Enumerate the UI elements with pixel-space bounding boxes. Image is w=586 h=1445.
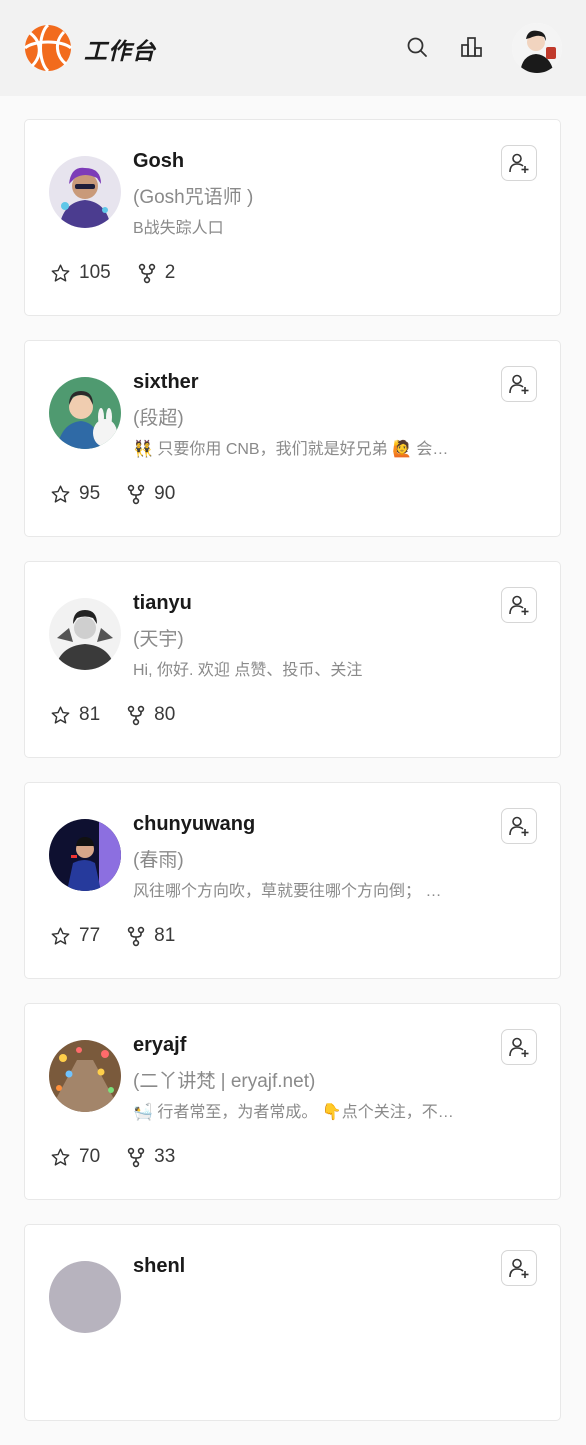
fork-count: 81 [126, 925, 175, 947]
add-user-icon [509, 1258, 529, 1278]
basketball-logo-icon[interactable] [24, 23, 72, 73]
user-name[interactable]: tianyu [133, 592, 192, 615]
user-card[interactable]: tianyu (天宇) Hi, 你好. 欢迎 点赞、投币、关注 81 80 [24, 561, 561, 758]
add-user-icon [509, 374, 529, 394]
user-stats: 70 33 [50, 1146, 201, 1168]
follow-button[interactable] [501, 366, 537, 402]
fork-icon [127, 1147, 145, 1167]
user-bio: 👯 只要你用 CNB，我们就是好兄弟 🙋 会… [133, 441, 449, 458]
star-count-value: 105 [79, 262, 111, 283]
user-nickname: (段超) [133, 408, 184, 429]
user-name[interactable]: chunyuwang [133, 813, 255, 836]
fork-icon [127, 484, 145, 504]
user-name[interactable]: Gosh [133, 150, 184, 173]
avatar[interactable] [49, 1040, 121, 1112]
avatar[interactable] [49, 156, 121, 228]
add-user-icon [509, 595, 529, 615]
user-card[interactable]: chunyuwang (春雨) 风往哪个方向吹，草就要往哪个方向倒； … 77 … [24, 782, 561, 979]
fork-icon [138, 263, 155, 283]
star-icon [51, 263, 70, 282]
star-icon [51, 484, 70, 503]
add-user-icon [509, 153, 529, 173]
user-stats: 95 90 [50, 483, 201, 505]
user-name[interactable]: eryajf [133, 1034, 186, 1057]
star-count: 70 [50, 1146, 100, 1168]
user-nickname: (二丫讲梵 | eryajf.net) [133, 1071, 316, 1092]
star-count-value: 77 [79, 925, 101, 946]
follow-button[interactable] [501, 1250, 537, 1286]
star-count: 77 [50, 925, 100, 947]
add-user-icon [509, 1037, 529, 1057]
user-bio: B战失踪人口 [133, 220, 224, 237]
user-stats: 77 81 [50, 925, 201, 947]
avatar[interactable] [49, 1261, 121, 1333]
star-count-value: 95 [79, 483, 101, 504]
fork-count-value: 2 [164, 262, 176, 283]
star-icon [51, 705, 70, 724]
follow-button[interactable] [501, 145, 537, 181]
ranking-chart-icon[interactable] [459, 34, 485, 60]
star-icon [51, 926, 70, 945]
fork-count-value: 81 [154, 925, 176, 946]
avatar[interactable] [49, 819, 121, 891]
follow-button[interactable] [501, 808, 537, 844]
user-stats: 81 80 [50, 704, 201, 726]
user-name[interactable]: sixther [133, 371, 199, 394]
current-user-avatar[interactable] [512, 23, 562, 73]
fork-count-value: 33 [154, 1146, 176, 1167]
user-card[interactable]: shenl [24, 1224, 561, 1421]
avatar[interactable] [49, 598, 121, 670]
search-icon[interactable] [404, 34, 430, 60]
user-card-list: Gosh (Gosh咒语师 ) B战失踪人口 105 2 sixther (段超… [24, 119, 561, 1445]
star-count-value: 81 [79, 704, 101, 725]
user-card[interactable]: Gosh (Gosh咒语师 ) B战失踪人口 105 2 [24, 119, 561, 316]
follow-button[interactable] [501, 1029, 537, 1065]
fork-count: 90 [126, 483, 175, 505]
user-name[interactable]: shenl [133, 1255, 185, 1278]
star-icon [51, 1147, 70, 1166]
user-nickname: (Gosh咒语师 ) [133, 187, 254, 208]
follow-button[interactable] [501, 587, 537, 623]
user-nickname: (春雨) [133, 850, 184, 871]
add-user-icon [509, 816, 529, 836]
fork-icon [127, 705, 145, 725]
user-nickname: (天宇) [133, 629, 184, 650]
star-count: 81 [50, 704, 100, 726]
fork-count: 33 [126, 1146, 175, 1168]
star-count: 95 [50, 483, 100, 505]
user-bio: Hi, 你好. 欢迎 点赞、投币、关注 [133, 662, 363, 679]
fork-icon [127, 926, 145, 946]
fork-count: 80 [126, 704, 175, 726]
user-stats: 105 2 [50, 262, 201, 284]
star-count-value: 70 [79, 1146, 101, 1167]
fork-count-value: 90 [154, 483, 176, 504]
user-bio: 风往哪个方向吹，草就要往哪个方向倒； … [133, 883, 442, 900]
user-bio: 🛀 行者常至，为者常成。 👇点个关注，不… [133, 1104, 454, 1121]
user-card[interactable]: eryajf (二丫讲梵 | eryajf.net) 🛀 行者常至，为者常成。 … [24, 1003, 561, 1200]
top-bar: 工作台 [0, 0, 586, 96]
star-count: 105 [50, 262, 111, 284]
fork-count-value: 80 [154, 704, 176, 725]
page-title: 工作台 [84, 38, 156, 64]
user-card[interactable]: sixther (段超) 👯 只要你用 CNB，我们就是好兄弟 🙋 会… 95 … [24, 340, 561, 537]
fork-count: 2 [137, 262, 176, 284]
avatar[interactable] [49, 377, 121, 449]
